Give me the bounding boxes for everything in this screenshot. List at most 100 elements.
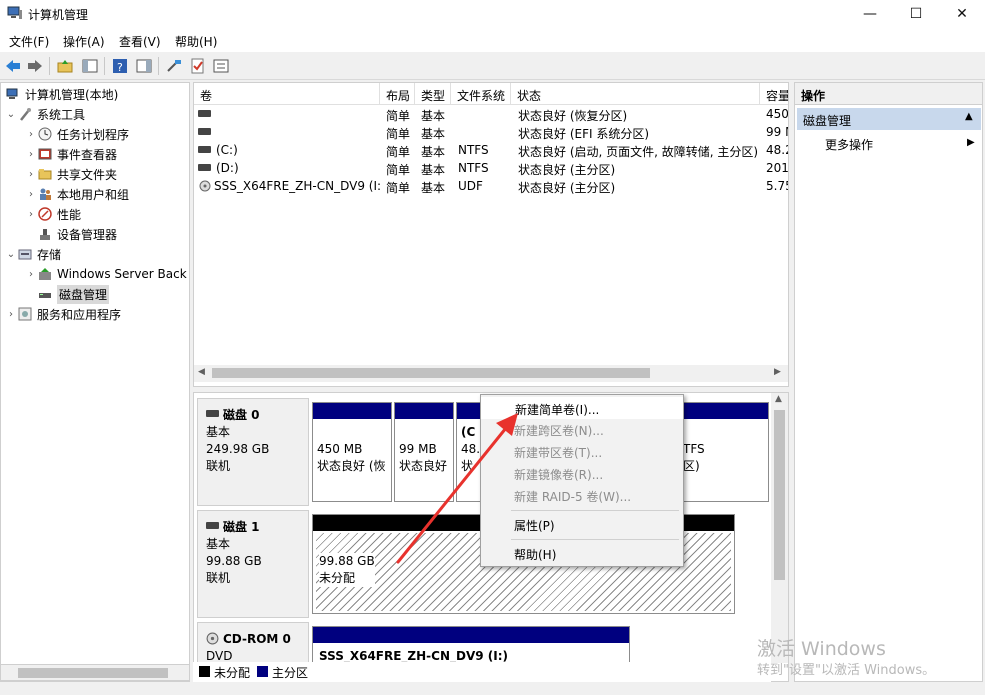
volume-row[interactable]: (C:) 简单 基本 NTFS 状态良好 (启动, 页面文件, 故障转储, 主分… xyxy=(194,141,788,159)
chevron-right-icon[interactable]: › xyxy=(25,149,37,160)
scroll-up-icon[interactable]: ▲ xyxy=(775,394,782,404)
actions-section-disk-management[interactable]: 磁盘管理 ▲ xyxy=(797,108,981,130)
partition-recovery[interactable]: 450 MB 状态良好 (恢 xyxy=(312,402,392,502)
menu-item-help[interactable]: 帮助(H) xyxy=(481,543,683,565)
menu-item-new-spanned-volume[interactable]: 新建跨区卷(N)... xyxy=(481,419,683,441)
maximize-button[interactable]: ☐ xyxy=(893,0,939,28)
tree-item-task-scheduler[interactable]: › 任务计划程序 xyxy=(1,124,189,144)
volume-row[interactable]: 简单 基本 状态良好 (恢复分区) 450 xyxy=(194,105,788,123)
services-icon xyxy=(17,306,33,322)
actions-header: 操作 xyxy=(795,83,982,105)
menu-item-properties[interactable]: 属性(P) xyxy=(481,514,683,536)
activation-watermark-title: 激活 Windows xyxy=(757,638,886,660)
volume-icon xyxy=(198,128,211,135)
scrollbar-thumb[interactable] xyxy=(774,410,785,580)
back-arrow-icon[interactable] xyxy=(3,56,23,76)
chevron-right-icon[interactable]: › xyxy=(25,129,37,140)
tree-item-event-viewer[interactable]: › 事件查看器 xyxy=(1,144,189,164)
partition-c[interactable]: (C 48. 状 xyxy=(456,402,482,502)
volume-list: 卷 布局 类型 文件系统 状态 容量 简单 基本 状态良好 (恢复分区) 450… xyxy=(193,82,789,387)
minimize-button[interactable]: — xyxy=(847,0,893,28)
column-header-type[interactable]: 类型 xyxy=(415,83,451,105)
legend-swatch-primary xyxy=(257,666,268,677)
tree-item-system-tools[interactable]: ⌄ 系统工具 xyxy=(1,104,189,124)
legend-label-unallocated: 未分配 xyxy=(214,666,251,680)
partition-efi[interactable]: 99 MB 状态良好 xyxy=(394,402,454,502)
tree-item-shared-folders[interactable]: › 共享文件夹 xyxy=(1,164,189,184)
show-hide-tree-icon[interactable] xyxy=(80,56,100,76)
chevron-right-icon[interactable]: › xyxy=(25,269,37,280)
tree-item-performance[interactable]: › 性能 xyxy=(1,204,189,224)
disk-1-label[interactable]: 磁盘 1 基本 99.88 GB 联机 xyxy=(197,510,309,618)
storage-icon xyxy=(17,246,33,262)
menu-item-new-raid5-volume[interactable]: 新建 RAID-5 卷(W)... xyxy=(481,485,683,507)
disk-icon xyxy=(37,286,53,302)
help-icon[interactable]: ? xyxy=(110,56,130,76)
collapse-icon[interactable]: ▲ xyxy=(965,111,973,122)
context-menu: 新建简单卷(I)... 新建跨区卷(N)... 新建带区卷(T)... 新建镜像… xyxy=(480,394,684,567)
menu-bar: 文件(F) 操作(A) 查看(V) 帮助(H) xyxy=(0,28,985,52)
tree-item-disk-management[interactable]: 磁盘管理 xyxy=(1,284,189,304)
menu-action[interactable]: 操作(A) xyxy=(63,33,105,50)
volume-icon xyxy=(198,164,211,171)
tree-item-device-manager[interactable]: 设备管理器 xyxy=(1,224,189,244)
column-header-capacity[interactable]: 容量 xyxy=(760,83,788,105)
scrollbar-thumb[interactable] xyxy=(18,668,168,678)
dvd-drive-icon xyxy=(206,632,219,645)
device-manager-icon xyxy=(37,226,53,242)
more-actions-link[interactable]: 更多操作 xyxy=(825,136,873,153)
chevron-down-icon[interactable]: ⌄ xyxy=(5,109,17,120)
backup-icon xyxy=(37,266,53,282)
scrollbar-thumb[interactable] xyxy=(212,368,650,378)
tree-horizontal-scrollbar[interactable] xyxy=(0,664,190,681)
users-icon xyxy=(37,186,53,202)
close-button[interactable]: ✕ xyxy=(939,0,985,28)
disk-icon xyxy=(206,410,219,417)
toolbar: ? xyxy=(0,52,985,80)
scroll-left-icon[interactable]: ◀ xyxy=(198,367,205,377)
computer-management-icon xyxy=(5,86,21,102)
tree-item-storage[interactable]: ⌄ 存储 xyxy=(1,244,189,264)
volume-row[interactable]: 简单 基本 状态良好 (EFI 系统分区) 99 M xyxy=(194,123,788,141)
checklist-icon[interactable] xyxy=(188,56,208,76)
menu-view[interactable]: 查看(V) xyxy=(119,33,161,50)
menu-item-new-mirrored-volume[interactable]: 新建镜像卷(R)... xyxy=(481,463,683,485)
tree-item-root[interactable]: 计算机管理(本地) xyxy=(1,84,189,104)
shared-folder-icon xyxy=(37,166,53,182)
column-header-filesystem[interactable]: 文件系统 xyxy=(451,83,511,105)
chevron-right-icon[interactable]: › xyxy=(5,309,17,320)
disk-map-vertical-scrollbar[interactable]: ▲ xyxy=(771,393,788,663)
forward-arrow-icon[interactable] xyxy=(25,56,45,76)
volume-icon xyxy=(198,110,211,117)
chevron-right-icon[interactable]: › xyxy=(25,209,37,220)
disk-icon xyxy=(206,522,219,529)
volume-list-horizontal-scrollbar[interactable]: ◀ ▶ xyxy=(194,365,788,382)
tree-item-services[interactable]: › 服务和应用程序 xyxy=(1,304,189,324)
up-folder-icon[interactable] xyxy=(55,56,75,76)
chevron-right-icon[interactable]: › xyxy=(25,189,37,200)
chevron-down-icon[interactable]: ⌄ xyxy=(5,249,17,260)
activation-watermark-text: 转到"设置"以激活 Windows。 xyxy=(757,663,936,678)
menu-item-new-simple-volume[interactable]: 新建简单卷(I)... xyxy=(481,397,683,419)
menu-file[interactable]: 文件(F) xyxy=(9,33,49,50)
partition-d[interactable]: TFS 区) xyxy=(674,402,769,502)
disk-0-label[interactable]: 磁盘 0 基本 249.98 GB 联机 xyxy=(197,398,309,506)
menu-help[interactable]: 帮助(H) xyxy=(175,33,217,50)
svg-text:?: ? xyxy=(117,61,123,74)
connect-icon[interactable] xyxy=(164,56,184,76)
column-header-volume[interactable]: 卷 xyxy=(194,83,380,105)
show-action-pane-icon[interactable] xyxy=(134,56,154,76)
tree-item-windows-server-backup[interactable]: › Windows Server Back xyxy=(1,264,189,284)
tree-item-local-users[interactable]: › 本地用户和组 xyxy=(1,184,189,204)
computer-management-icon xyxy=(7,6,22,19)
scroll-right-icon[interactable]: ▶ xyxy=(774,367,781,377)
properties-icon[interactable] xyxy=(211,56,231,76)
volume-row[interactable]: (D:) 简单 基本 NTFS 状态良好 (主分区) 201 xyxy=(194,159,788,177)
actions-pane: 操作 磁盘管理 ▲ 更多操作 ▶ xyxy=(794,82,983,682)
volume-row[interactable]: SSS_X64FRE_ZH-CN_DV9 (I:) 简单 基本 UDF 状态良好… xyxy=(194,177,788,195)
menu-item-new-striped-volume[interactable]: 新建带区卷(T)... xyxy=(481,441,683,463)
column-header-layout[interactable]: 布局 xyxy=(380,83,415,105)
column-header-status[interactable]: 状态 xyxy=(511,83,760,105)
chevron-right-icon[interactable]: ▶ xyxy=(967,137,975,148)
chevron-right-icon[interactable]: › xyxy=(25,169,37,180)
